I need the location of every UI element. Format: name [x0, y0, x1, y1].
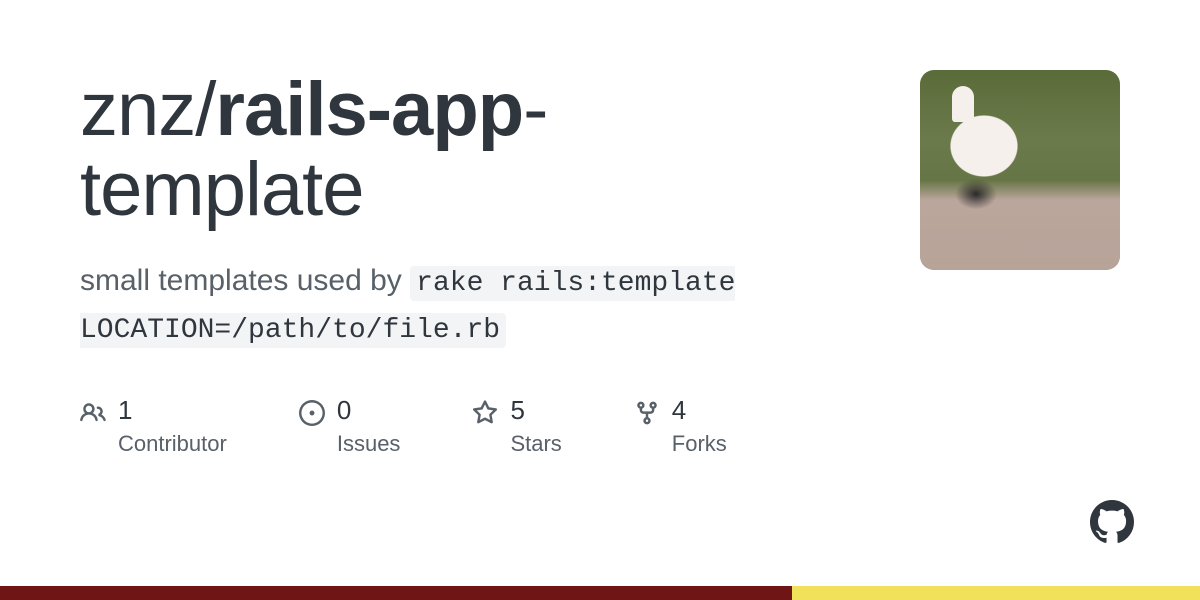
contributors-count: 1 [118, 396, 227, 425]
stat-stars: 5 Stars [472, 396, 561, 457]
stat-issues: 0 Issues [299, 396, 401, 457]
issues-count: 0 [337, 396, 401, 425]
card-container: znz/rails-app-template small templates u… [0, 0, 1200, 457]
language-segment-js [792, 586, 1200, 600]
star-icon [472, 400, 498, 426]
language-bar [0, 586, 1200, 600]
stats-row: 1 Contributor 0 Issues 5 Stars [80, 396, 880, 457]
people-icon [80, 400, 106, 426]
forks-count: 4 [672, 396, 727, 425]
owner-name: znz [80, 67, 195, 152]
repo-title: znz/rails-app-template [80, 70, 880, 230]
fork-icon [634, 400, 660, 426]
github-logo-icon [1090, 500, 1134, 544]
issue-icon [299, 400, 325, 426]
avatar [920, 70, 1120, 270]
repo-description: small templates used by rake rails:templ… [80, 258, 880, 353]
stars-label: Stars [510, 431, 561, 457]
stat-forks: 4 Forks [634, 396, 727, 457]
repo-name-part2: template [80, 147, 364, 232]
stat-contributors: 1 Contributor [80, 396, 227, 457]
contributors-label: Contributor [118, 431, 227, 457]
language-segment-ruby [0, 586, 792, 600]
stars-count: 5 [510, 396, 561, 425]
forks-label: Forks [672, 431, 727, 457]
issues-label: Issues [337, 431, 401, 457]
description-text: small templates used by [80, 264, 410, 297]
repo-name-part1: rails-app [215, 67, 523, 152]
main-content: znz/rails-app-template small templates u… [80, 70, 880, 457]
